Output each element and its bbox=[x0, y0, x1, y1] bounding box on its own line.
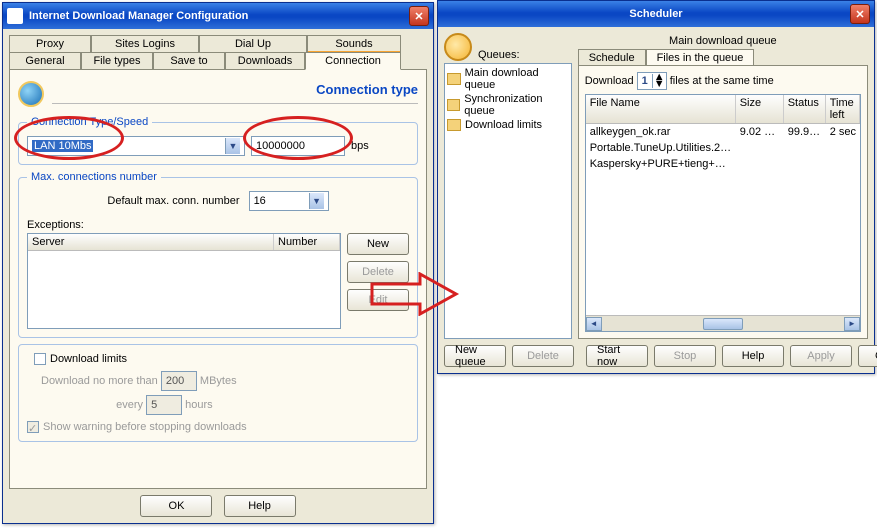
tab-save-to[interactable]: Save to bbox=[153, 52, 225, 70]
config-title: Internet Download Manager Configuration bbox=[29, 10, 409, 22]
tab-downloads[interactable]: Downloads bbox=[225, 52, 305, 70]
tab-file-types[interactable]: File types bbox=[81, 52, 153, 70]
clock-icon bbox=[444, 33, 472, 61]
col-filename[interactable]: File Name bbox=[586, 95, 736, 123]
annotation-arrow bbox=[370, 272, 460, 316]
help-button[interactable]: Help bbox=[224, 495, 296, 517]
tab-dial-up[interactable]: Dial Up bbox=[199, 35, 307, 52]
every-label: every bbox=[41, 399, 143, 411]
mbytes-unit: MBytes bbox=[200, 375, 237, 387]
sched-help-button[interactable]: Help bbox=[722, 345, 784, 367]
table-row[interactable]: allkeygen_ok.rar9.02 MB99.91%2 sec bbox=[586, 124, 860, 140]
annotation-circle bbox=[243, 116, 353, 160]
dl-post-label: files at the same time bbox=[670, 75, 774, 87]
col-server[interactable]: Server bbox=[28, 234, 274, 250]
dl-no-more-label: Download no more than bbox=[41, 375, 158, 387]
apply-button: Apply bbox=[790, 345, 852, 367]
scroll-thumb[interactable] bbox=[703, 318, 743, 330]
folder-icon bbox=[447, 119, 461, 131]
close-icon[interactable]: ✕ bbox=[409, 6, 429, 26]
hours-unit: hours bbox=[185, 399, 213, 411]
annotation-circle bbox=[14, 116, 124, 160]
warning-label: Show warning before stopping downloads bbox=[43, 421, 247, 433]
speed-unit: bps bbox=[351, 140, 369, 152]
tab-sites-logins[interactable]: Sites Logins bbox=[91, 35, 199, 52]
stop-button: Stop bbox=[654, 345, 716, 367]
concurrent-spinner[interactable]: 1 ▲▼ bbox=[637, 72, 667, 90]
files-list[interactable]: File Name Size Status Time left allkeyge… bbox=[585, 94, 861, 332]
new-button[interactable]: New bbox=[347, 233, 409, 255]
config-window: Internet Download Manager Configuration … bbox=[2, 2, 434, 524]
tab-schedule[interactable]: Schedule bbox=[578, 49, 646, 66]
dl-pre-label: Download bbox=[585, 75, 634, 87]
warning-checkbox: ✓ bbox=[27, 421, 39, 433]
folder-icon bbox=[447, 73, 461, 85]
close-icon[interactable]: ✕ bbox=[850, 4, 870, 24]
start-now-button[interactable]: Start now bbox=[586, 345, 648, 367]
exceptions-label: Exceptions: bbox=[27, 219, 409, 231]
scroll-left-icon[interactable]: ◄ bbox=[586, 317, 602, 331]
queues-pane: Queues: Main download queue Synchronizat… bbox=[444, 33, 572, 339]
mbytes-input bbox=[161, 371, 197, 391]
default-max-label: Default max. conn. number bbox=[107, 195, 239, 207]
scheduler-window: Scheduler ✕ Queues: Main download queue … bbox=[437, 0, 875, 374]
chevron-down-icon[interactable]: ▼ bbox=[225, 138, 240, 154]
ok-button[interactable]: OK bbox=[140, 495, 212, 517]
scroll-right-icon[interactable]: ► bbox=[844, 317, 860, 331]
chevron-down-icon[interactable]: ▼ bbox=[309, 193, 324, 209]
scheduler-titlebar: Scheduler ✕ bbox=[438, 1, 874, 27]
folder-icon bbox=[447, 99, 460, 111]
col-status[interactable]: Status bbox=[784, 95, 826, 123]
default-max-combo[interactable]: 16 ▼ bbox=[249, 191, 329, 211]
globe-icon bbox=[18, 81, 44, 107]
tab-connection[interactable]: Connection bbox=[305, 52, 401, 70]
queue-tree[interactable]: Main download queue Synchronization queu… bbox=[444, 63, 572, 339]
delete-queue-button: Delete bbox=[512, 345, 574, 367]
scheduler-title: Scheduler bbox=[629, 8, 682, 20]
horizontal-scrollbar[interactable]: ◄ ► bbox=[586, 315, 860, 331]
table-row[interactable]: Kaspersky+PURE+tieng+Viet+2.rar bbox=[586, 156, 860, 172]
max-conn-legend: Max. connections number bbox=[27, 171, 161, 183]
dl-limits-group: Download limits Download no more than MB… bbox=[18, 344, 418, 442]
tab-files-in-queue[interactable]: Files in the queue bbox=[646, 49, 755, 66]
tab-general[interactable]: General bbox=[9, 52, 81, 70]
queues-label: Queues: bbox=[478, 49, 520, 61]
col-number[interactable]: Number bbox=[274, 234, 340, 250]
tree-sync-queue[interactable]: Synchronization queue bbox=[447, 92, 569, 118]
queue-detail-pane: Main download queue Schedule Files in th… bbox=[578, 33, 868, 339]
tab-proxy[interactable]: Proxy bbox=[9, 35, 91, 52]
config-body: Proxy Sites Logins Dial Up Sounds Genera… bbox=[3, 29, 433, 523]
config-titlebar: Internet Download Manager Configuration … bbox=[3, 3, 433, 29]
new-queue-button[interactable]: New queue bbox=[444, 345, 506, 367]
app-icon bbox=[7, 8, 23, 24]
tree-dl-limits[interactable]: Download limits bbox=[447, 118, 569, 132]
scheduler-body: Queues: Main download queue Synchronizat… bbox=[438, 27, 874, 373]
close-button[interactable]: Close bbox=[858, 345, 877, 367]
col-size[interactable]: Size bbox=[736, 95, 784, 123]
table-row[interactable]: Portable.TuneUp.Utilities.2009.v8.0.33..… bbox=[586, 140, 860, 156]
files-panel: Download 1 ▲▼ files at the same time Fil… bbox=[578, 65, 868, 339]
section-title: Connection type bbox=[52, 78, 418, 101]
dl-limits-label: Download limits bbox=[50, 353, 127, 365]
default-max-value: 16 bbox=[254, 195, 266, 207]
config-tabs: Proxy Sites Logins Dial Up Sounds Genera… bbox=[9, 35, 427, 70]
col-timeleft[interactable]: Time left bbox=[826, 95, 860, 123]
queue-name-label: Main download queue bbox=[578, 33, 868, 49]
spin-down-icon[interactable]: ▼ bbox=[653, 81, 666, 88]
max-conn-group: Max. connections number Default max. con… bbox=[18, 171, 418, 338]
tree-main-queue[interactable]: Main download queue bbox=[447, 66, 569, 92]
hours-input bbox=[146, 395, 182, 415]
tab-sounds[interactable]: Sounds bbox=[307, 35, 401, 52]
exceptions-list[interactable]: Server Number bbox=[27, 233, 341, 329]
dl-limits-checkbox[interactable] bbox=[34, 353, 46, 365]
